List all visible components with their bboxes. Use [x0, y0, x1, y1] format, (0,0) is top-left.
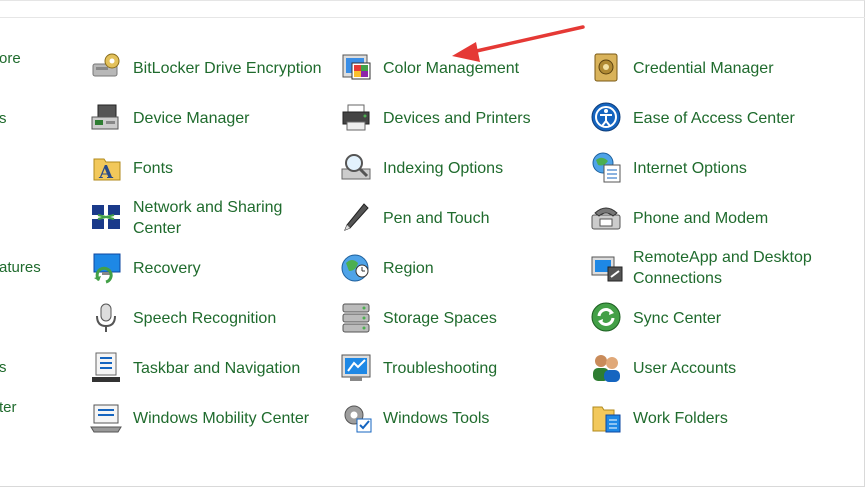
phone-modem-icon [590, 201, 624, 235]
sidebar-fragment[interactable]: ore [0, 50, 21, 67]
remoteapp-icon [590, 251, 624, 285]
item-storage-spaces[interactable]: Storage Spaces [340, 301, 583, 335]
item-speech-recognition[interactable]: Speech Recognition [90, 301, 333, 335]
item-remoteapp[interactable]: RemoteApp and Desktop Connections [590, 247, 823, 289]
item-label: Ease of Access Center [633, 109, 795, 127]
item-label: Troubleshooting [383, 359, 498, 377]
item-fonts[interactable]: A Fonts [90, 151, 333, 185]
item-label: Taskbar and Navigation [133, 359, 301, 377]
sidebar-fragment[interactable]: atures [0, 259, 41, 276]
item-bitlocker[interactable]: BitLocker Drive Encryption [90, 51, 333, 85]
item-label: User Accounts [633, 359, 737, 377]
devices-printers-icon [340, 101, 374, 135]
item-indexing-options[interactable]: Indexing Options [340, 151, 583, 185]
item-phone-modem[interactable]: Phone and Modem [590, 201, 833, 235]
item-work-folders[interactable]: Work Folders [590, 401, 833, 435]
item-device-manager[interactable]: Device Manager [90, 101, 333, 135]
item-label: Windows Mobility Center [133, 409, 310, 427]
item-label: Network and Sharing Center [133, 199, 283, 237]
fonts-icon: A [90, 151, 124, 185]
item-credential-manager[interactable]: Credential Manager [590, 51, 833, 85]
device-manager-icon [90, 101, 124, 135]
divider [0, 17, 865, 18]
item-label: Internet Options [633, 159, 747, 177]
item-label: Pen and Touch [383, 209, 490, 227]
item-taskbar-navigation[interactable]: Taskbar and Navigation [90, 351, 333, 385]
network-sharing-icon [90, 201, 124, 235]
sync-center-icon [590, 301, 624, 335]
bitlocker-icon [90, 51, 124, 85]
storage-spaces-icon [340, 301, 374, 335]
item-label: Phone and Modem [633, 209, 769, 227]
item-label: Work Folders [633, 409, 728, 427]
item-label: BitLocker Drive Encryption [133, 59, 322, 77]
sidebar-fragment[interactable]: s [0, 359, 7, 376]
item-devices-printers[interactable]: Devices and Printers [340, 101, 583, 135]
sidebar-fragment[interactable]: s [0, 110, 7, 127]
pen-touch-icon [340, 201, 374, 235]
microphone-icon [90, 301, 124, 335]
sidebar-fragment[interactable]: ter [0, 399, 17, 416]
item-label: Device Manager [133, 109, 250, 127]
item-label: Credential Manager [633, 59, 774, 77]
item-color-management[interactable]: Color Management [340, 51, 583, 85]
item-label: Color Management [383, 59, 520, 77]
color-management-icon [340, 51, 374, 85]
troubleshooting-icon [340, 351, 374, 385]
windows-tools-icon [340, 401, 374, 435]
item-ease-of-access[interactable]: Ease of Access Center [590, 101, 833, 135]
recovery-icon [90, 251, 124, 285]
item-label: Indexing Options [383, 159, 504, 177]
item-windows-tools[interactable]: Windows Tools [340, 401, 583, 435]
item-pen-touch[interactable]: Pen and Touch [340, 201, 583, 235]
user-accounts-icon [590, 351, 624, 385]
item-network-sharing[interactable]: Network and Sharing Center [90, 197, 303, 239]
item-recovery[interactable]: Recovery [90, 251, 333, 285]
credential-manager-icon [590, 51, 624, 85]
internet-options-icon [590, 151, 624, 185]
item-label: Recovery [133, 259, 201, 277]
item-label: Sync Center [633, 309, 722, 327]
item-label: Storage Spaces [383, 309, 497, 327]
item-region[interactable]: Region [340, 251, 583, 285]
item-label: Windows Tools [383, 409, 490, 427]
item-sync-center[interactable]: Sync Center [590, 301, 833, 335]
item-internet-options[interactable]: Internet Options [590, 151, 833, 185]
taskbar-icon [90, 351, 124, 385]
mobility-center-icon [90, 401, 124, 435]
item-label: Fonts [133, 159, 174, 177]
item-label: Speech Recognition [133, 309, 277, 327]
item-troubleshooting[interactable]: Troubleshooting [340, 351, 583, 385]
region-icon [340, 251, 374, 285]
indexing-options-icon [340, 151, 374, 185]
item-windows-mobility[interactable]: Windows Mobility Center [90, 401, 333, 435]
item-user-accounts[interactable]: User Accounts [590, 351, 833, 385]
item-label: Region [383, 259, 434, 277]
work-folders-icon [590, 401, 624, 435]
item-label: Devices and Printers [383, 109, 531, 127]
svg-text:A: A [98, 162, 114, 183]
ease-of-access-icon [590, 101, 624, 135]
item-label: RemoteApp and Desktop Connections [633, 249, 812, 287]
